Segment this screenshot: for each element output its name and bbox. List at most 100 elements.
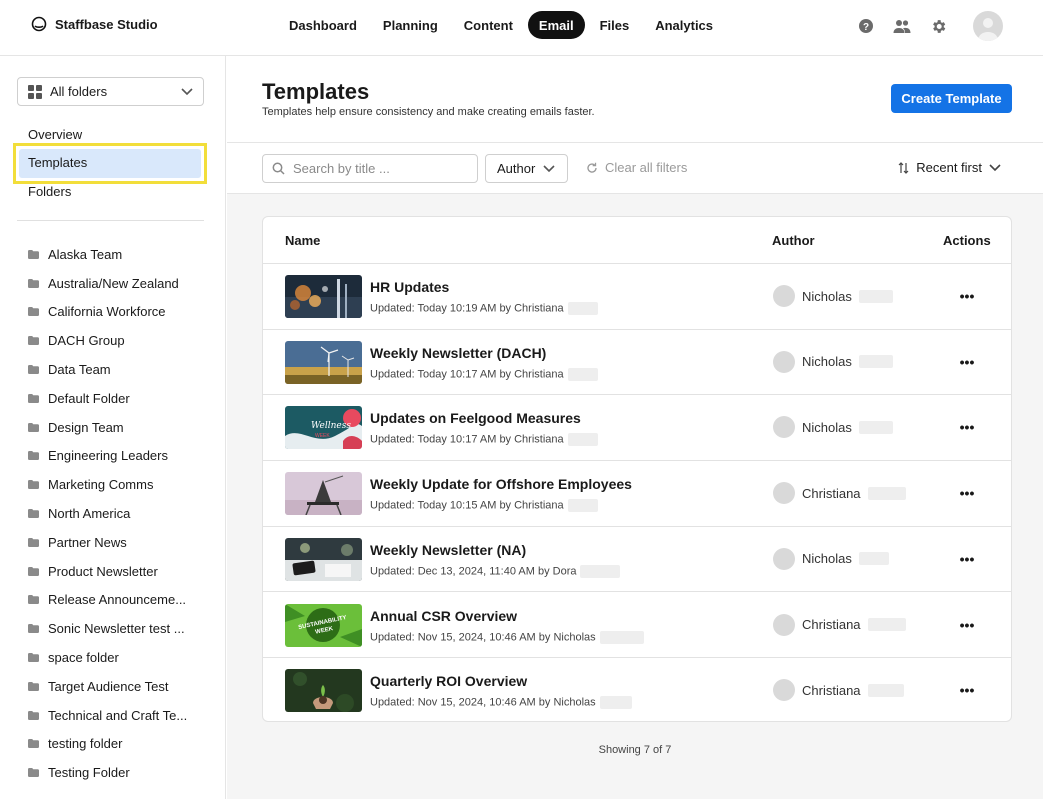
folder-item[interactable]: Target Audience Test: [28, 672, 187, 701]
template-thumbnail[interactable]: [285, 669, 362, 713]
nav-email[interactable]: Email: [527, 11, 585, 39]
table-row[interactable]: Weekly Newsletter (NA) Updated: Dec 13, 2…: [263, 527, 1011, 593]
row-actions-menu-icon[interactable]: •••: [957, 550, 977, 568]
page-subtitle: Templates help ensure consistency and ma…: [262, 106, 595, 118]
folder-item[interactable]: Data Team: [28, 355, 187, 384]
nav-content[interactable]: Content: [453, 11, 524, 39]
template-thumbnail[interactable]: [285, 472, 362, 516]
chevron-down-icon: [181, 87, 193, 95]
template-title[interactable]: HR Updates: [370, 279, 449, 295]
folder-item[interactable]: Marketing Comms: [28, 470, 187, 499]
sidebar: All folders Overview Templates Folders A…: [0, 56, 226, 799]
sort-dropdown[interactable]: Recent first: [898, 160, 1001, 175]
redacted-name: [580, 564, 621, 578]
author-name: Christiana: [802, 485, 861, 501]
folder-item-label: Design Team: [48, 419, 124, 435]
template-title[interactable]: Weekly Newsletter (NA): [370, 542, 526, 558]
users-icon[interactable]: [891, 15, 913, 37]
row-actions-menu-icon[interactable]: •••: [957, 353, 977, 371]
create-template-button[interactable]: Create Template: [891, 84, 1012, 113]
redacted-name: [567, 367, 598, 381]
table-row[interactable]: Weekly Update for Offshore Employees Upda…: [263, 461, 1011, 527]
nav-planning[interactable]: Planning: [372, 11, 449, 39]
table-row[interactable]: HR Updates Updated: Today 10:19 AM by Chr…: [263, 264, 1011, 330]
folder-item[interactable]: Testing Folder: [28, 758, 187, 787]
folder-item[interactable]: Technical and Craft Te...: [28, 701, 187, 730]
row-actions-menu-icon[interactable]: •••: [957, 616, 977, 634]
folder-item-label: Default Folder: [48, 390, 130, 406]
folder-item-label: Alaska Team: [48, 246, 123, 262]
author-name: Nicholas: [802, 288, 852, 304]
page-header: Templates Templates help ensure consiste…: [227, 56, 1043, 143]
template-updated-meta: Updated: Today 10:17 AM by Christiana: [370, 367, 598, 381]
refresh-icon: [587, 162, 597, 173]
author-filter-dropdown[interactable]: Author: [485, 154, 568, 183]
folder-item[interactable]: Release Announceme...: [28, 586, 187, 615]
column-header-name[interactable]: Name: [285, 217, 320, 263]
folder-icon: [28, 422, 39, 432]
main-area: Templates Templates help ensure consiste…: [227, 56, 1043, 799]
template-title[interactable]: Quarterly ROI Overview: [370, 673, 527, 689]
row-actions-menu-icon[interactable]: •••: [957, 681, 977, 699]
folder-item[interactable]: Design Team: [28, 413, 187, 442]
template-author: Christiana: [773, 679, 904, 702]
folder-item[interactable]: testing folder: [28, 730, 187, 759]
table-row[interactable]: Weekly Newsletter (DACH) Updated: Today 1…: [263, 330, 1011, 396]
app-logo[interactable]: Staffbase Studio: [31, 16, 158, 32]
template-thumbnail[interactable]: [285, 275, 362, 318]
clear-filters-button[interactable]: Clear all filters: [586, 160, 687, 175]
folder-item[interactable]: Product Newsletter: [28, 557, 187, 586]
folder-item[interactable]: Australia/New Zealand: [28, 269, 187, 298]
folder-icon: [28, 653, 39, 663]
column-header-author[interactable]: Author: [772, 217, 815, 263]
app-name: Staffbase Studio: [55, 16, 158, 32]
folder-item-label: North America: [48, 506, 131, 522]
settings-gear-icon[interactable]: [927, 15, 949, 37]
folder-item[interactable]: Default Folder: [28, 384, 187, 413]
folder-item[interactable]: Engineering Leaders: [28, 442, 187, 471]
folder-item-label: DACH Group: [48, 333, 125, 349]
template-updated-meta: Updated: Today 10:17 AM by Christiana: [370, 433, 598, 447]
template-title[interactable]: Weekly Newsletter (DACH): [370, 345, 546, 361]
folder-select-dropdown[interactable]: All folders: [17, 77, 204, 106]
nav-files[interactable]: Files: [589, 11, 641, 39]
table-row[interactable]: SUSTAINABILITY WEEK Annual CSR Overview Upd…: [263, 593, 1011, 659]
template-thumbnail[interactable]: SUSTAINABILITY WEEK: [285, 603, 362, 647]
template-title[interactable]: Annual CSR Overview: [370, 608, 517, 624]
grid-icon: [28, 84, 42, 99]
template-title[interactable]: Weekly Update for Offshore Employees: [370, 476, 632, 492]
templates-table: Name Author Actions HR Updates Updated: T…: [262, 216, 1012, 722]
template-thumbnail[interactable]: Wellness WEEK: [285, 406, 362, 450]
user-avatar[interactable]: [973, 11, 1003, 41]
template-thumbnail[interactable]: [285, 340, 362, 384]
folder-item[interactable]: Partner News: [28, 528, 187, 557]
folder-item[interactable]: North America: [28, 499, 187, 528]
folder-item-label: Engineering Leaders: [48, 448, 168, 464]
folder-item[interactable]: California Workforce: [28, 298, 187, 327]
redacted-name: [567, 499, 598, 513]
redacted-name: [867, 486, 906, 500]
table-row[interactable]: Quarterly ROI Overview Updated: Nov 15, 2…: [263, 658, 1011, 721]
template-thumbnail[interactable]: [285, 537, 362, 581]
sidebar-link-templates[interactable]: Templates: [13, 143, 207, 184]
folder-item[interactable]: Sonic Newsletter test ...: [28, 614, 187, 643]
sidebar-link-overview[interactable]: Overview: [28, 127, 82, 142]
folder-item[interactable]: DACH Group: [28, 326, 187, 355]
help-icon[interactable]: ?: [855, 15, 877, 37]
sidebar-link-folders[interactable]: Folders: [28, 184, 71, 199]
row-actions-menu-icon[interactable]: •••: [957, 418, 977, 436]
search-input[interactable]: Search by title ...: [262, 154, 478, 183]
template-author: Nicholas: [773, 416, 893, 439]
template-title[interactable]: Updates on Feelgood Measures: [370, 410, 581, 426]
template-updated-text: Updated: Today 10:15 AM by Christiana: [370, 499, 564, 512]
row-actions-menu-icon[interactable]: •••: [957, 287, 977, 305]
nav-dashboard[interactable]: Dashboard: [278, 11, 368, 39]
folder-item[interactable]: space folder: [28, 643, 187, 672]
sort-label: Recent first: [916, 160, 982, 175]
folder-icon: [28, 278, 39, 288]
row-actions-menu-icon[interactable]: •••: [957, 484, 977, 502]
nav-analytics[interactable]: Analytics: [644, 11, 724, 39]
table-row[interactable]: Wellness WEEK Updates on Feelgood Measures…: [263, 395, 1011, 462]
folder-item[interactable]: Alaska Team: [28, 240, 187, 269]
template-author: Christiana: [773, 482, 906, 505]
